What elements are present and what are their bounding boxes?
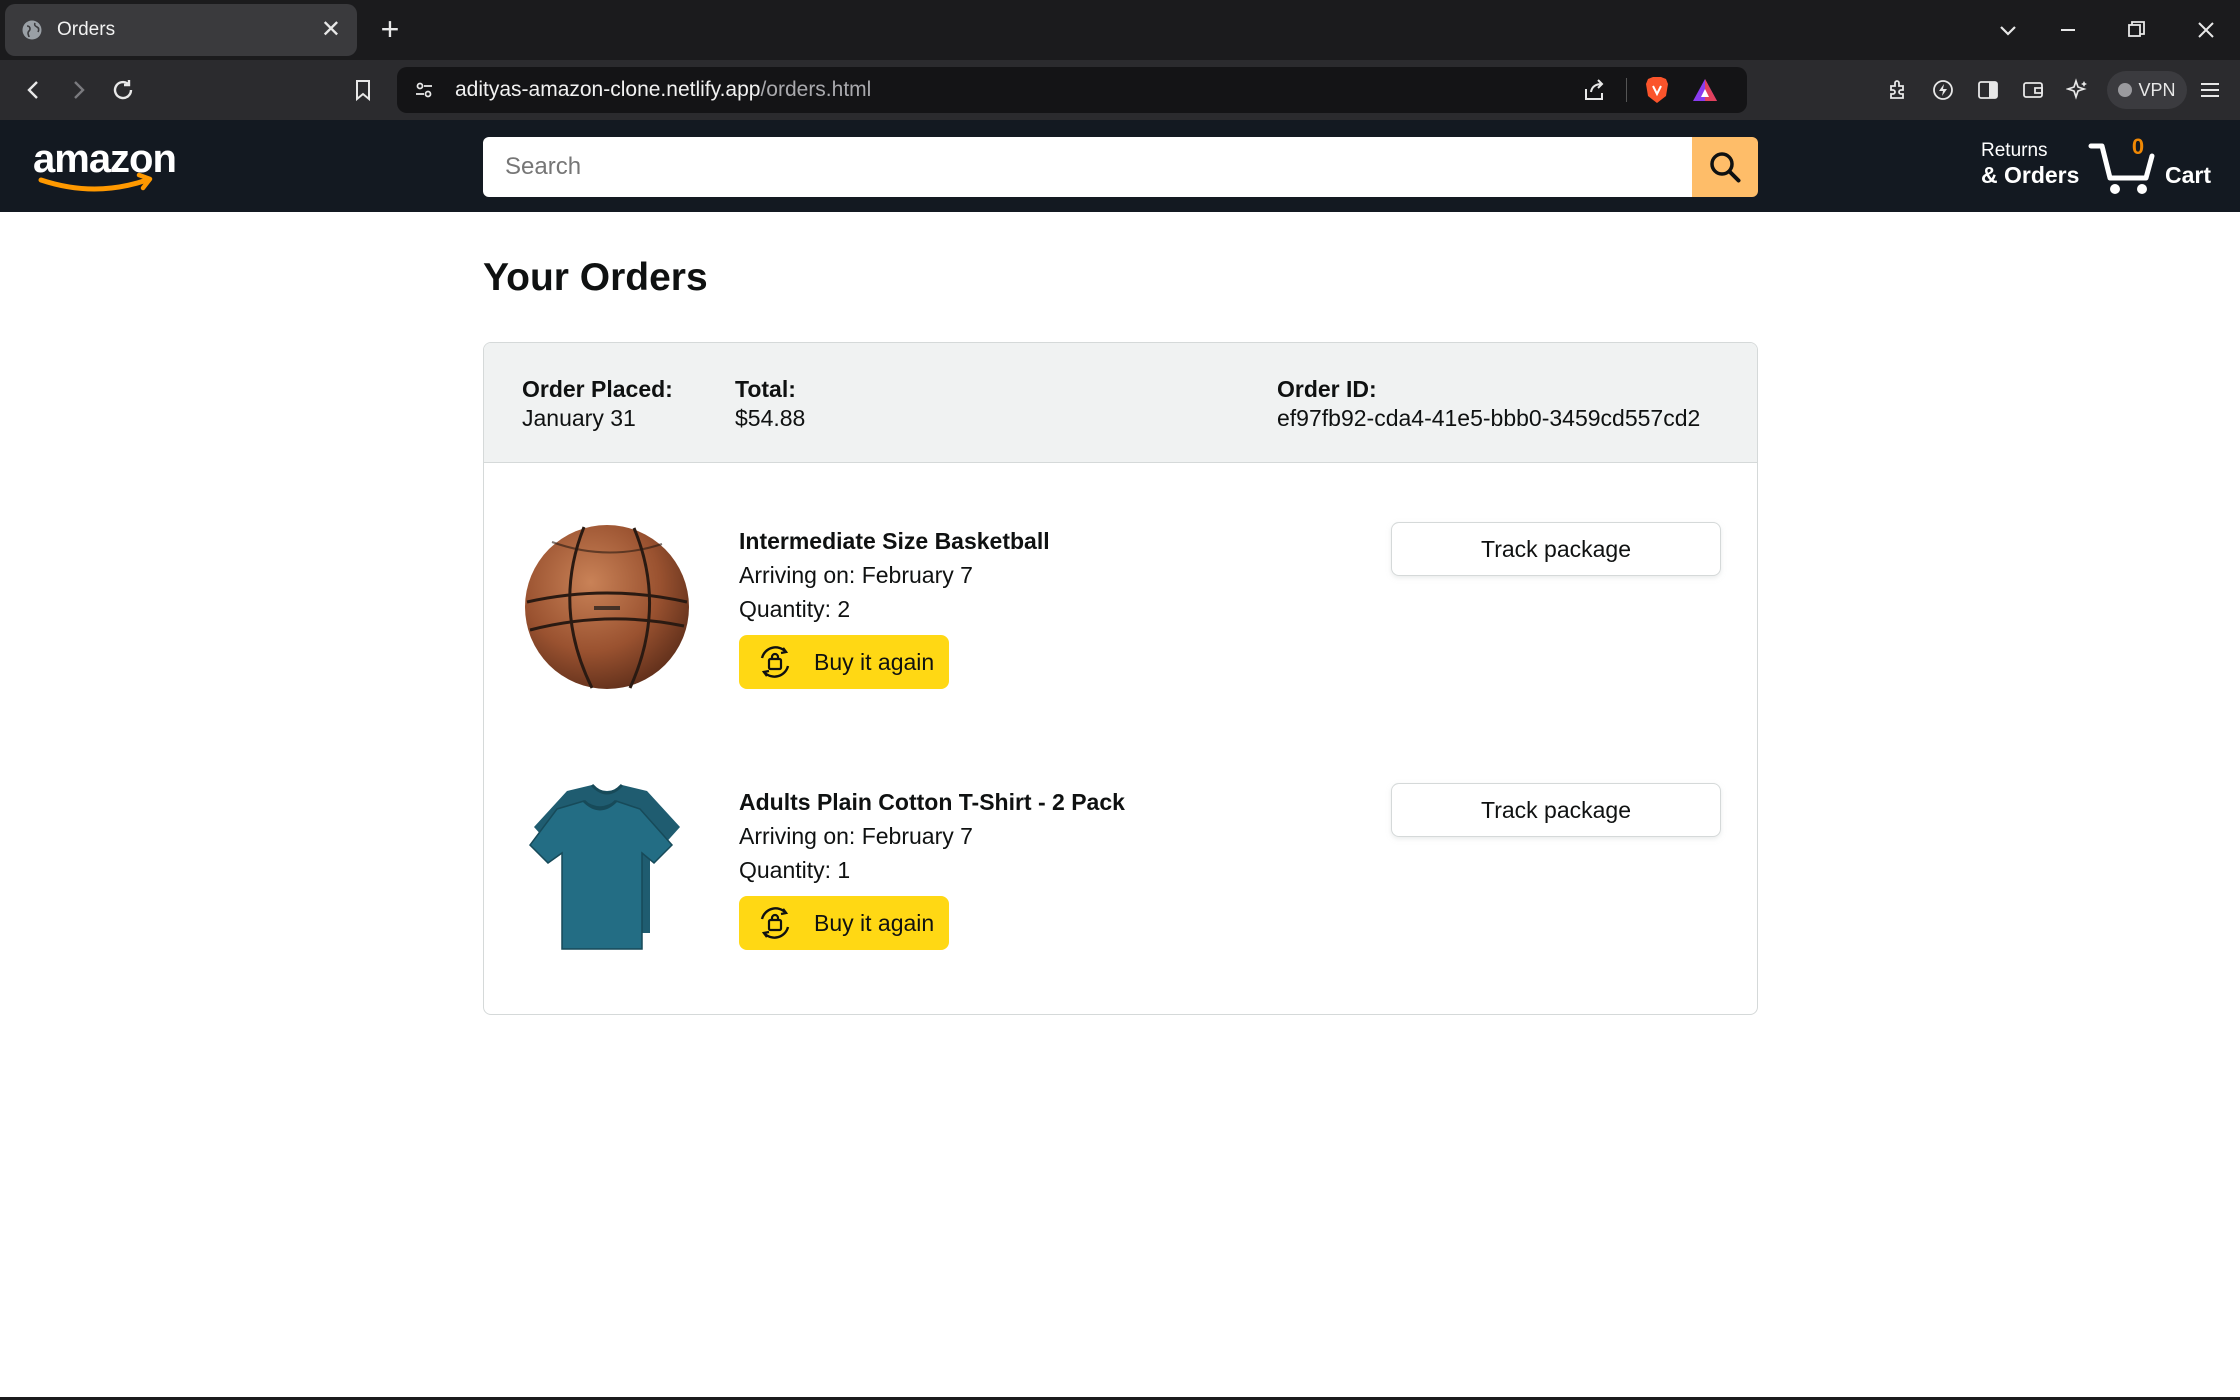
buy-again-icon: [760, 907, 790, 939]
t-shirt-image[interactable]: [522, 783, 692, 953]
tab-title: Orders: [57, 19, 116, 40]
order-item: Adults Plain Cotton T-Shirt - 2 Pack Arr…: [484, 783, 1757, 953]
item-details: Intermediate Size Basketball Arriving on…: [739, 524, 1050, 689]
page-title: Your Orders: [483, 256, 708, 299]
product-name: Adults Plain Cotton T-Shirt - 2 Pack: [739, 789, 1125, 815]
bookmark-icon[interactable]: [345, 72, 381, 108]
order-placed: Order Placed: January 31: [522, 375, 673, 433]
browser-tab[interactable]: Orders ✕: [5, 4, 357, 56]
menu-icon[interactable]: [2192, 72, 2228, 108]
browser-tab-strip: Orders ✕ +: [0, 0, 2240, 60]
track-package-button[interactable]: Track package: [1391, 522, 1721, 576]
brave-shields-icon[interactable]: [1643, 75, 1671, 105]
vpn-button[interactable]: VPN: [2107, 71, 2187, 109]
url-path: /orders.html: [760, 78, 872, 101]
cart-count: 0: [2131, 134, 2145, 159]
returns-orders-link[interactable]: Returns & Orders: [1981, 140, 2079, 188]
search-button[interactable]: [1692, 137, 1758, 197]
order-placed-label: Order Placed:: [522, 376, 673, 402]
order-header: Order Placed: January 31 Total: $54.88 O…: [484, 343, 1757, 463]
restore-icon[interactable]: [2118, 12, 2154, 48]
minimize-icon[interactable]: [2050, 12, 2086, 48]
quantity: Quantity: 2: [739, 596, 851, 622]
order-card: Order Placed: January 31 Total: $54.88 O…: [483, 342, 1758, 1015]
vpn-label: VPN: [2138, 79, 2176, 100]
reload-icon[interactable]: [105, 72, 141, 108]
product-name: Intermediate Size Basketball: [739, 528, 1050, 554]
order-total-label: Total:: [735, 376, 796, 402]
divider: [1626, 78, 1627, 102]
buy-again-label: Buy it again: [814, 649, 935, 675]
buy-again-button[interactable]: Buy it again: [739, 635, 949, 689]
vpn-status-icon: [2118, 83, 2133, 97]
logo-text: amazon: [33, 138, 176, 181]
track-package-button[interactable]: Track package: [1391, 783, 1721, 837]
site-header: amazon Returns & Orders 0 Cart: [0, 120, 2240, 212]
cart-link[interactable]: 0 Cart: [2088, 134, 2216, 198]
wallet-icon[interactable]: [2015, 72, 2051, 108]
buy-again-label: Buy it again: [814, 910, 935, 936]
browser-toolbar: adityas-amazon-clone.netlify.app/orders.…: [0, 60, 2240, 120]
url-text: adityas-amazon-clone.netlify.app/orders.…: [455, 78, 871, 102]
address-bar[interactable]: adityas-amazon-clone.netlify.app/orders.…: [397, 67, 1747, 113]
share-icon[interactable]: [1582, 77, 1608, 103]
buy-again-button[interactable]: Buy it again: [739, 896, 949, 950]
leo-speedreader-icon[interactable]: [1925, 72, 1961, 108]
order-id-label: Order ID:: [1277, 376, 1377, 402]
order-id-value: ef97fb92-cda4-41e5-bbb0-3459cd557cd2: [1277, 405, 1701, 431]
back-icon[interactable]: [16, 72, 52, 108]
extensions-icon[interactable]: [1880, 72, 1916, 108]
order-id: Order ID: ef97fb92-cda4-41e5-bbb0-3459cd…: [1277, 375, 1700, 433]
order-placed-value: January 31: [522, 405, 636, 431]
brave-rewards-icon[interactable]: [1691, 77, 1719, 103]
arrival-date: Arriving on: February 7: [739, 562, 973, 588]
arrival-date: Arriving on: February 7: [739, 823, 973, 849]
globe-icon: [22, 20, 42, 40]
close-window-icon[interactable]: [2188, 12, 2224, 48]
search-icon: [1710, 152, 1741, 183]
url-host: adityas-amazon-clone.netlify.app: [455, 78, 761, 101]
quantity: Quantity: 1: [739, 857, 851, 883]
returns-label: Returns: [1981, 140, 2048, 161]
order-item: Intermediate Size Basketball Arriving on…: [484, 522, 1757, 692]
forward-icon[interactable]: [60, 72, 96, 108]
close-tab-icon[interactable]: ✕: [321, 18, 341, 42]
search-bar: [483, 137, 1758, 197]
tab-search-chevron-icon[interactable]: [1990, 12, 2026, 48]
site-settings-icon[interactable]: [413, 79, 435, 101]
search-input[interactable]: [483, 137, 1692, 197]
orders-label: & Orders: [1981, 161, 2080, 188]
order-total: Total: $54.88: [735, 375, 805, 433]
new-tab-button[interactable]: +: [372, 12, 408, 48]
amazon-logo[interactable]: amazon: [33, 138, 183, 194]
buy-again-icon: [760, 646, 790, 678]
basketball-image[interactable]: [522, 522, 692, 692]
item-details: Adults Plain Cotton T-Shirt - 2 Pack Arr…: [739, 785, 1125, 950]
leo-ai-icon[interactable]: [2060, 72, 2096, 108]
order-total-value: $54.88: [735, 405, 806, 431]
sidebar-icon[interactable]: [1970, 72, 2006, 108]
cart-label: Cart: [2165, 162, 2212, 188]
